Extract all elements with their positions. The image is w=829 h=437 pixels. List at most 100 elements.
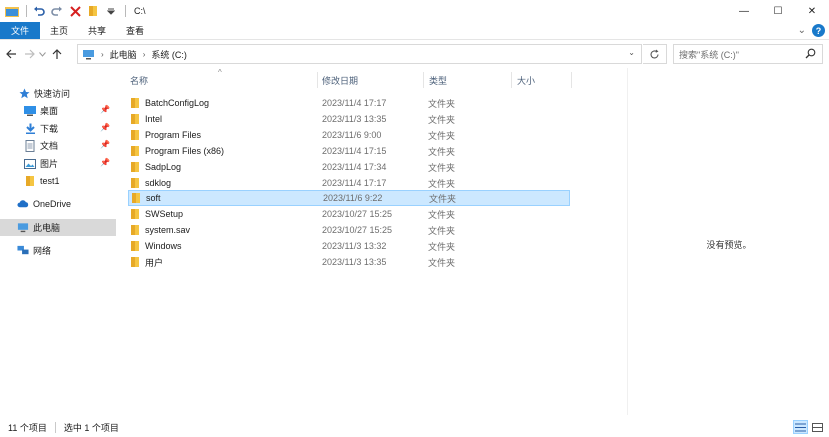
sidebar-item-test1[interactable]: test1 — [0, 172, 116, 189]
pin-icon[interactable]: 📌 — [100, 158, 110, 167]
table-row[interactable]: Program Files 2023/11/6 9:00 文件夹 — [128, 127, 570, 143]
tab-home[interactable]: 主页 — [40, 22, 78, 39]
help-icon[interactable]: ? — [812, 24, 825, 37]
minimize-button[interactable]: — — [727, 0, 761, 22]
sidebar-item-documents[interactable]: 文档 📌 — [0, 137, 116, 154]
recent-locations-button[interactable] — [38, 44, 46, 64]
folder-icon — [128, 224, 142, 236]
forward-button[interactable] — [22, 44, 36, 64]
sidebar-item-onedrive[interactable]: OneDrive — [0, 195, 116, 212]
maximize-button[interactable]: ☐ — [761, 0, 795, 22]
file-type: 文件夹 — [428, 225, 456, 236]
sidebar-item-quick-access[interactable]: 快速访问 — [0, 85, 116, 102]
pictures-icon — [24, 158, 36, 170]
close-button[interactable]: ✕ — [795, 0, 829, 22]
column-header-date[interactable]: 修改日期 — [316, 68, 422, 92]
tab-file[interactable]: 文件 — [0, 22, 41, 39]
column-header-type[interactable]: 类型 — [423, 68, 511, 92]
table-row[interactable]: Program Files (x86) 2023/11/4 17:15 文件夹 — [128, 143, 570, 159]
folder-icon — [129, 192, 143, 204]
delete-icon[interactable] — [67, 3, 83, 19]
explorer-app-icon[interactable] — [4, 3, 20, 19]
sidebar-item-label: 文档 — [40, 141, 59, 151]
file-name: sdklog — [145, 178, 172, 188]
folder-icon — [128, 113, 142, 125]
address-bar[interactable]: › 此电脑 › 系统 (C:) ⌄ — [77, 44, 642, 64]
sidebar-item-label: 此电脑 — [33, 223, 61, 233]
large-icons-view-button[interactable] — [810, 420, 825, 434]
file-date: 2023/11/3 13:35 — [322, 114, 387, 124]
table-row[interactable]: Intel 2023/11/3 13:35 文件夹 — [128, 111, 570, 127]
breadcrumb-separator-icon[interactable]: › — [101, 50, 104, 59]
refresh-button[interactable] — [643, 44, 667, 64]
ribbon-tabs: 文件 主页 共享 查看 ⌄ ? — [0, 22, 829, 40]
file-date: 2023/11/6 9:00 — [322, 130, 382, 140]
expand-ribbon-icon[interactable]: ⌄ — [798, 25, 806, 36]
details-view-button[interactable] — [793, 420, 808, 434]
table-row[interactable]: system.sav 2023/10/27 15:25 文件夹 — [128, 222, 570, 238]
search-icon[interactable] — [805, 48, 816, 61]
file-type: 文件夹 — [428, 130, 456, 141]
tab-view[interactable]: 查看 — [116, 22, 154, 39]
breadcrumb-c-drive[interactable]: 系统 (C:) — [151, 48, 187, 61]
file-name: Windows — [145, 241, 182, 251]
folder-icon — [128, 161, 142, 173]
file-name: system.sav — [145, 225, 191, 235]
computer-icon — [17, 222, 29, 234]
sidebar-item-desktop[interactable]: 桌面 📌 — [0, 102, 116, 119]
folder-icon — [128, 145, 142, 157]
sidebar-item-pictures[interactable]: 图片 📌 — [0, 155, 116, 172]
selected-count: 选中 1 个项目 — [63, 423, 119, 433]
file-name: BatchConfigLog — [145, 98, 210, 108]
file-type: 文件夹 — [428, 178, 456, 189]
details-view-icon — [795, 423, 806, 431]
folder-icon — [128, 177, 142, 189]
chevron-down-icon — [38, 51, 46, 57]
customize-toolbar-icon[interactable] — [103, 3, 119, 19]
breadcrumb-this-pc[interactable]: 此电脑 — [110, 48, 137, 61]
new-folder-icon[interactable] — [85, 3, 101, 19]
title-bar: C:\ — ☐ ✕ — [0, 0, 829, 22]
sidebar-item-label: 图片 — [40, 159, 59, 169]
table-row[interactable]: SWSetup 2023/10/27 15:25 文件夹 — [128, 206, 570, 222]
pin-icon[interactable]: 📌 — [100, 123, 110, 132]
table-row[interactable]: BatchConfigLog 2023/11/4 17:17 文件夹 — [128, 95, 570, 111]
pin-icon[interactable]: 📌 — [100, 105, 110, 114]
toolbar-separator — [26, 5, 27, 17]
table-row[interactable]: sdklog 2023/11/4 17:17 文件夹 — [128, 175, 570, 191]
file-name: SadpLog — [145, 162, 182, 172]
tab-share[interactable]: 共享 — [78, 22, 116, 39]
redo-icon[interactable] — [49, 3, 65, 19]
file-name: soft — [146, 193, 161, 203]
documents-icon — [24, 139, 36, 152]
file-date: 2023/11/4 17:17 — [322, 178, 387, 188]
window-controls: — ☐ ✕ — [727, 0, 829, 22]
network-icon — [17, 245, 29, 257]
sidebar-item-label: 下载 — [40, 124, 59, 134]
preview-empty-text: 没有预览。 — [706, 240, 752, 250]
address-dropdown-icon[interactable]: ⌄ — [628, 48, 635, 57]
folder-icon — [128, 208, 142, 220]
sidebar-item-downloads[interactable]: 下载 📌 — [0, 120, 116, 137]
column-header-name[interactable]: 名称 — [124, 68, 319, 92]
table-row[interactable]: Windows 2023/11/3 13:32 文件夹 — [128, 238, 570, 254]
file-name: Intel — [145, 114, 163, 124]
table-row-selected[interactable]: soft 2023/11/6 9:22 文件夹 — [128, 190, 570, 206]
sidebar-item-this-pc[interactable]: 此电脑 — [0, 219, 116, 236]
back-arrow-icon — [5, 49, 16, 59]
back-button[interactable] — [4, 44, 18, 64]
undo-icon[interactable] — [31, 3, 47, 19]
column-divider[interactable] — [571, 72, 572, 88]
folder-icon — [128, 129, 142, 141]
pin-icon[interactable]: 📌 — [100, 140, 110, 149]
breadcrumb-separator-icon[interactable]: › — [143, 50, 146, 59]
address-pc-icon — [82, 49, 95, 60]
table-row[interactable]: SadpLog 2023/11/4 17:34 文件夹 — [128, 159, 570, 175]
column-header-size[interactable]: 大小 — [511, 68, 571, 92]
search-input[interactable]: 搜索"系统 (C:)" — [673, 44, 823, 64]
file-type: 文件夹 — [428, 241, 456, 252]
sidebar-item-network[interactable]: 网络 — [0, 242, 116, 259]
file-date: 2023/11/3 13:32 — [322, 241, 387, 251]
table-row[interactable]: 用户 2023/11/3 13:35 文件夹 — [128, 254, 570, 270]
up-button[interactable] — [50, 44, 64, 64]
